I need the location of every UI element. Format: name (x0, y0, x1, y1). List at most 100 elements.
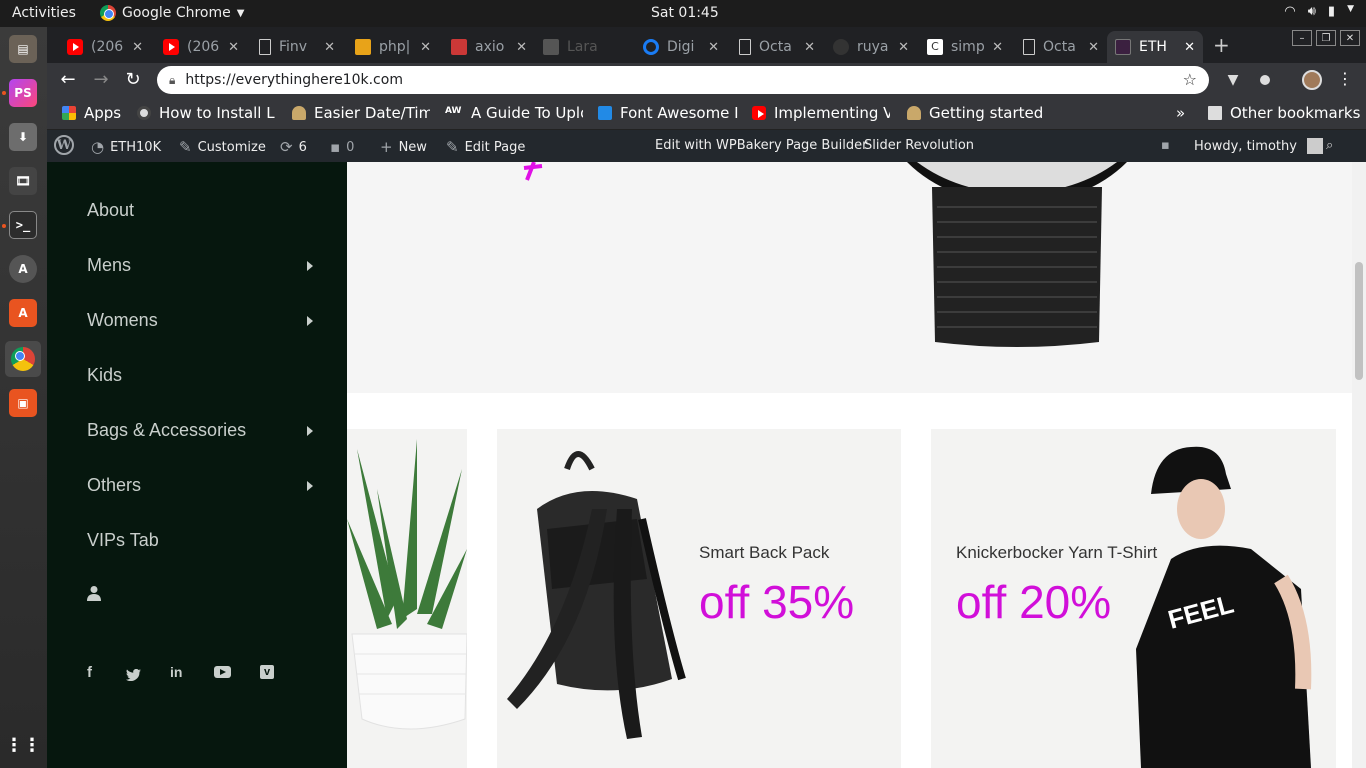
tab[interactable]: Octa ✕ (731, 31, 823, 63)
minimize-icon[interactable]: – (1292, 30, 1312, 46)
close-icon[interactable]: ✕ (992, 40, 1003, 55)
tab-strip: (206✕ (206✕ Finv✕ php|✕ axio✕ Lara✕ Digi… (47, 27, 1366, 63)
system-tray[interactable]: ◠ 🔊︎ ▮ ▼ (1284, 4, 1354, 19)
bookmark-item[interactable]: AWA Guide To Uploa (445, 104, 583, 122)
hero-slider[interactable] (347, 162, 1352, 393)
menu-item-womens[interactable]: Womens (87, 310, 313, 331)
close-icon[interactable]: ✕ (708, 40, 719, 55)
reload-icon[interactable]: ↻ (122, 69, 144, 90)
tab[interactable]: (206 ✕ (155, 31, 247, 63)
close-icon[interactable]: ✕ (420, 40, 431, 55)
bookmark-item[interactable]: Easier Date/Time (292, 104, 430, 122)
maximize-icon[interactable]: ❐ (1316, 30, 1336, 46)
profile-avatar[interactable] (1302, 70, 1322, 90)
wp-account[interactable]: Howdy, timothy (1194, 138, 1323, 154)
close-icon[interactable]: ✕ (608, 40, 619, 55)
wp-customize[interactable]: ✎ Customize (179, 138, 266, 156)
menu-kebab-icon[interactable]: ⋮ (1334, 69, 1356, 88)
video-editor-icon[interactable]: 🎞︎ (9, 167, 37, 195)
software-updater-icon[interactable]: A (9, 255, 37, 283)
tab[interactable]: Lara✕ (535, 31, 627, 63)
wp-notifications-icon[interactable]: ▪ (1161, 138, 1170, 153)
wp-search-icon[interactable]: ⌕ (1326, 138, 1333, 153)
app-menu[interactable]: Google Chrome ▼ (100, 5, 244, 21)
close-icon[interactable]: ✕ (898, 40, 909, 55)
wp-wpbakery[interactable]: Edit with WPBakery Page Builder (655, 138, 867, 153)
bookmark-star-icon[interactable]: ☆ (1183, 70, 1197, 89)
wp-slider-revolution[interactable]: Slider Revolution (864, 138, 974, 153)
promo-banner-tshirt[interactable]: Knickerbocker Yarn T-Shirt off 20% FEEL (931, 429, 1336, 768)
promo-banner-backpack[interactable]: Smart Back Pack off 35% (497, 429, 901, 768)
close-icon[interactable]: ✕ (1088, 40, 1099, 55)
terminal-icon[interactable]: >_ (9, 211, 37, 239)
wp-updates[interactable]: ⟳ 6 (280, 138, 307, 156)
back-arrow-icon[interactable]: ← (57, 69, 79, 90)
activities-button[interactable]: Activities (12, 5, 76, 21)
caret-right-icon (307, 480, 313, 491)
tab[interactable]: Octa ✕ (1015, 31, 1107, 63)
tab[interactable]: ruya ✕ (825, 31, 917, 63)
extension-circle-icon[interactable] (1255, 70, 1275, 90)
installer-icon[interactable]: ⬇ (9, 123, 37, 151)
close-icon[interactable]: ✕ (1340, 30, 1360, 46)
close-icon[interactable]: ✕ (324, 40, 335, 55)
bookmark-item[interactable]: Getting started v (907, 104, 1045, 122)
scrollbar-thumb[interactable] (1355, 262, 1363, 380)
vimeo-icon[interactable]: v (260, 665, 274, 679)
twitter-icon[interactable] (126, 666, 141, 685)
tab[interactable]: (206 ✕ (59, 31, 151, 63)
youtube-icon[interactable] (214, 666, 231, 678)
tab[interactable]: php| ✕ (347, 31, 439, 63)
wp-site-name[interactable]: ◔ ETH10K (91, 138, 161, 156)
bookmark-item[interactable]: Font Awesome Ic (598, 104, 738, 122)
menu-item-mens[interactable]: Mens (87, 255, 313, 276)
bookmark-apps[interactable]: Apps (62, 104, 121, 122)
wp-admin-bar: W ◔ ETH10K ✎ Customize ⟳ 6 ▪ 0 + New ✎ Edit Pa… (47, 130, 1366, 162)
tab[interactable]: Csimp ✕ (919, 31, 1011, 63)
banner-title: Smart Back Pack (699, 543, 830, 562)
close-icon[interactable]: ✕ (1184, 40, 1195, 55)
show-apps-icon[interactable]: ⋮⋮ (5, 731, 41, 759)
bookmark-item[interactable]: How to Install La (137, 104, 275, 122)
menu-item-bags-accessories[interactable]: Bags & Accessories (87, 420, 313, 441)
tab[interactable]: Finv ✕ (251, 31, 343, 63)
software-center-icon[interactable]: A (9, 299, 37, 327)
bookmark-item[interactable]: Implementing Vu (752, 104, 890, 122)
other-bookmarks[interactable]: Other bookmarks (1208, 104, 1360, 122)
wp-edit-page[interactable]: ✎ Edit Page (446, 138, 525, 156)
close-icon[interactable]: ✕ (516, 40, 527, 55)
user-account-icon[interactable] (87, 585, 103, 601)
files-icon[interactable]: ▤ (9, 35, 37, 63)
backpack-image (507, 451, 686, 739)
tab-active[interactable]: ETH ✕ (1107, 31, 1203, 63)
url-text[interactable]: https://everythinghere10k.com (185, 72, 403, 88)
menu-item-about[interactable]: About (87, 200, 313, 221)
close-icon[interactable]: ✕ (228, 40, 239, 55)
tab[interactable]: Digi ✕ (635, 31, 727, 63)
bookmarks-overflow-button[interactable]: » (1176, 104, 1185, 122)
tab[interactable]: axio ✕ (443, 31, 535, 63)
page-scrollbar[interactable] (1352, 162, 1366, 768)
close-icon[interactable]: ✕ (804, 40, 815, 55)
linkedin-icon[interactable]: in (170, 664, 182, 680)
wp-comments[interactable]: ▪ 0 (330, 138, 354, 156)
forward-arrow-icon[interactable]: → (90, 69, 112, 90)
chrome-icon[interactable] (5, 341, 41, 377)
promo-banner-plant[interactable] (347, 429, 467, 768)
clock[interactable]: Sat 01:45 (651, 5, 719, 21)
phpstorm-icon[interactable]: PS (9, 79, 37, 107)
bulb-icon (292, 106, 306, 120)
close-icon[interactable]: ✕ (132, 40, 143, 55)
screenshot-icon[interactable]: ▣ (9, 389, 37, 417)
wp-new[interactable]: + New (380, 138, 427, 156)
menu-item-vips-tab[interactable]: VIPs Tab (87, 530, 313, 551)
menu-item-kids[interactable]: Kids (87, 365, 313, 386)
menu-item-others[interactable]: Others (87, 475, 313, 496)
address-bar[interactable]: 🔒︎ https://everythinghere10k.com ☆ (157, 66, 1209, 94)
new-tab-button[interactable]: + (1213, 33, 1230, 57)
extension-v-icon[interactable]: ▼ (1223, 70, 1243, 90)
flag-icon (598, 106, 612, 120)
facebook-icon[interactable]: f (87, 664, 92, 681)
lock-icon[interactable]: 🔒︎ (169, 73, 175, 88)
wp-logo-icon[interactable]: W (54, 135, 74, 155)
